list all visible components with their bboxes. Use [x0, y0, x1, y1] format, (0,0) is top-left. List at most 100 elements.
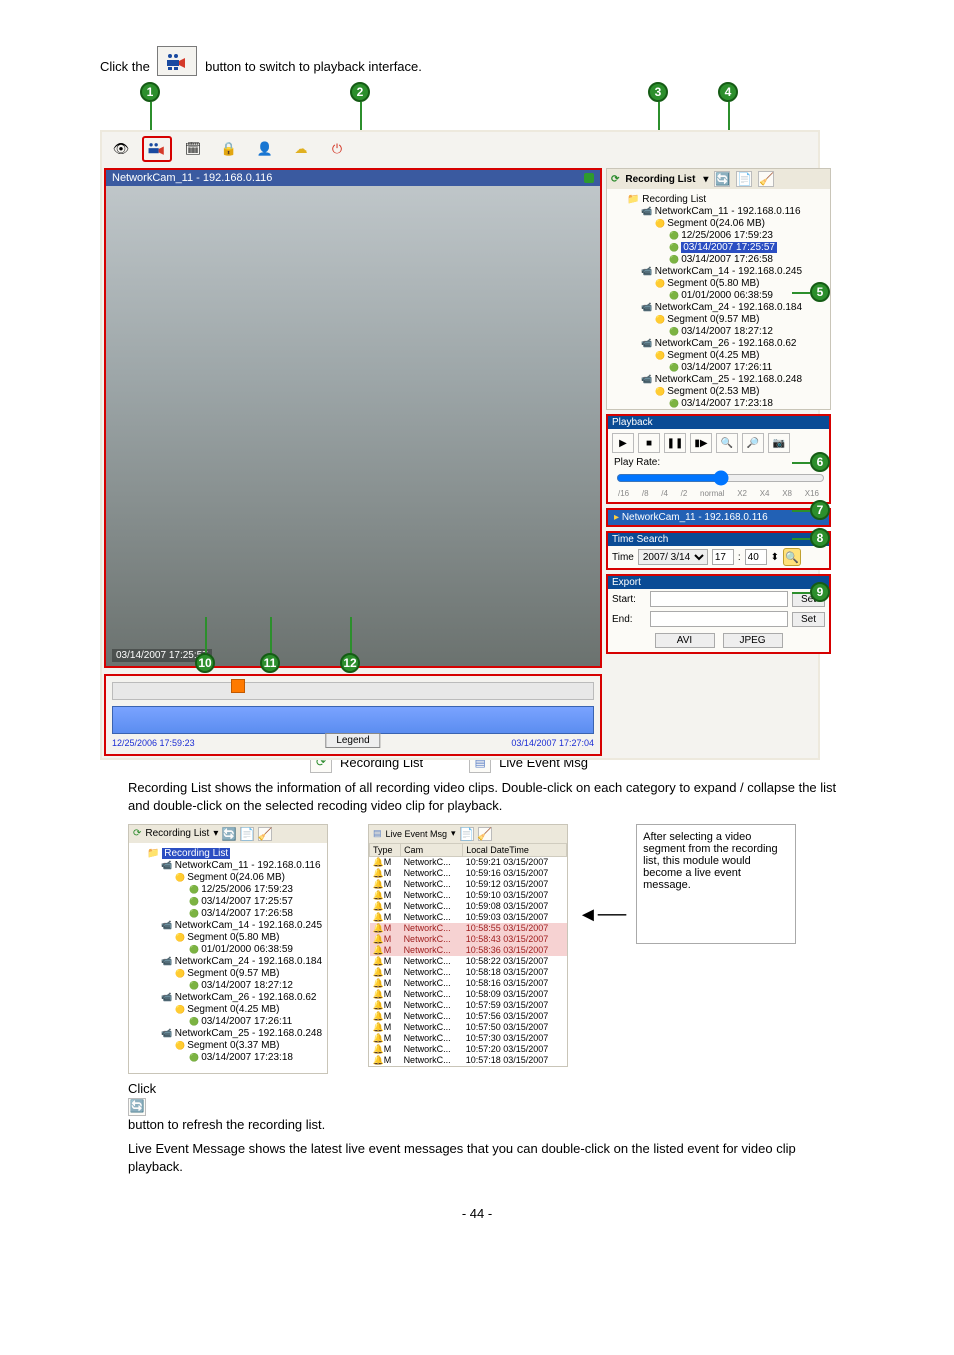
video-area[interactable]: 03/14/2007 17:25:57 — [106, 186, 600, 666]
export-start-label: Start: — [612, 594, 646, 605]
table-row[interactable]: 🔔MNetworkC...10:58:43 03/15/2007 — [370, 934, 567, 945]
le-icon-b[interactable]: 🧹 — [478, 827, 492, 841]
small-view-icon[interactable]: 📄 — [240, 827, 254, 841]
table-row[interactable]: 🔔MNetworkC...10:58:55 03/15/2007 — [370, 923, 567, 934]
playback-panel: Playback ▶ ■ ❚❚ ▮▶ 🔍 🔎 📷 Play Rate: — [606, 414, 831, 504]
live-event-dropdown[interactable]: Live Event Msg — [386, 829, 448, 839]
small-del-icon[interactable]: 🧹 — [258, 827, 272, 841]
table-row[interactable]: 🔔MNetworkC...10:57:56 03/15/2007 — [370, 1011, 567, 1022]
le-icon-a[interactable]: 📄 — [460, 827, 474, 841]
export-panel: Export Start: Set End: Set AVI — [606, 574, 831, 654]
table-row[interactable]: 🔔MNetworkC...10:58:16 03/15/2007 — [370, 978, 567, 989]
tool-cloud-icon[interactable]: ☁ — [286, 136, 316, 162]
intro-text-before: Click the — [100, 59, 153, 74]
export-end-input[interactable] — [650, 611, 788, 627]
tool-playback-icon[interactable] — [142, 136, 172, 162]
callout-3: 3 — [648, 82, 668, 102]
timeline-track[interactable] — [112, 706, 594, 734]
live-event-panel: ▤ Live Event Msg ▾ 📄 🧹 Type Cam Local Da… — [368, 824, 568, 1067]
callout-4: 4 — [718, 82, 738, 102]
ts-hh[interactable] — [712, 549, 734, 565]
table-row[interactable]: 🔔MNetworkC...10:57:18 03/15/2007 — [370, 1055, 567, 1066]
tool-lock-icon[interactable]: 🔒 — [214, 136, 244, 162]
intro-line: Click the button to switch to playback i… — [100, 46, 854, 76]
export-end-label: End: — [612, 614, 646, 625]
zoom-in-button[interactable]: 🔍 — [716, 433, 738, 453]
stop-button[interactable]: ■ — [638, 433, 660, 453]
timeline-ruler[interactable] — [112, 682, 594, 700]
time-label: Time — [612, 552, 634, 563]
video-titlebar: NetworkCam_11 - 192.168.0.116 — [106, 170, 600, 186]
refresh-icon[interactable]: 🔄 — [714, 171, 730, 187]
small-recording-list: ⟳ Recording List ▾ 🔄 📄 🧹 📁 Recording Lis… — [128, 824, 328, 1074]
tool-users-icon[interactable]: 👤 — [250, 136, 280, 162]
table-row[interactable]: 🔔MNetworkC...10:58:09 03/15/2007 — [370, 989, 567, 1000]
table-row[interactable]: 🔔MNetworkC...10:57:59 03/15/2007 — [370, 1000, 567, 1011]
video-title: NetworkCam_11 - 192.168.0.116 — [112, 172, 272, 184]
callout-1: 1 — [140, 82, 160, 102]
table-row[interactable]: 🔔MNetworkC...10:57:30 03/15/2007 — [370, 1033, 567, 1044]
tool-support-icon[interactable]: 🗓 — [178, 136, 208, 162]
export-jpeg-button[interactable]: JPEG — [723, 633, 783, 648]
intro-text-after: button to switch to playback interface. — [205, 59, 422, 74]
snapshot-button[interactable]: 📷 — [768, 433, 790, 453]
table-row[interactable]: 🔔MNetworkC...10:58:22 03/15/2007 — [370, 956, 567, 967]
timeline-start: 12/25/2006 17:59:23 — [112, 738, 195, 748]
ts-date[interactable]: 2007/ 3/14 — [638, 549, 708, 565]
table-row[interactable]: 🔔MNetworkC...10:58:18 03/15/2007 — [370, 967, 567, 978]
after-select-note: After selecting a video segment from the… — [636, 824, 796, 944]
table-row[interactable]: 🔔MNetworkC...10:57:20 03/15/2007 — [370, 1044, 567, 1055]
export-start-input[interactable] — [650, 591, 788, 607]
live-event-para: Live Event Message shows the latest live… — [100, 1140, 854, 1176]
view-icon[interactable]: 📄 — [736, 171, 752, 187]
video-panel: NetworkCam_11 - 192.168.0.116 03/14/2007… — [104, 168, 602, 668]
col-type[interactable]: Type — [370, 843, 401, 856]
play-rate-slider[interactable] — [616, 470, 825, 486]
table-row[interactable]: 🔔MNetworkC...10:59:21 03/15/2007 — [370, 856, 567, 868]
small-rec-dropdown[interactable]: Recording List — [145, 828, 209, 839]
export-set-end[interactable]: Set — [792, 612, 825, 627]
time-search-panel: Time Search Time 2007/ 3/14 : ⬍ 🔍 — [606, 531, 831, 570]
recording-tree[interactable]: 📁 Recording ListNetworkCam_11 - 192.168.… — [607, 189, 830, 409]
table-row[interactable]: 🔔MNetworkC...10:57:50 03/15/2007 — [370, 1022, 567, 1033]
live-event-table[interactable]: Type Cam Local DateTime 🔔MNetworkC...10:… — [369, 843, 567, 1066]
recording-list-panel: ⟳ Recording List ▾ 🔄 📄 🧹 📁 Recording Lis… — [606, 168, 831, 410]
del-icon[interactable]: 🧹 — [758, 171, 774, 187]
playback-header: Playback — [608, 416, 829, 429]
timeline-panel: 12/25/2006 17:59:23 03/14/2007 17:27:04 … — [104, 674, 602, 756]
small-recording-tree[interactable]: 📁 Recording ListNetworkCam_11 - 192.168.… — [129, 843, 327, 1073]
app-toolbar: 👁 🗓 🔒 👤 ☁ ⏻ — [102, 132, 818, 166]
time-search-go[interactable]: 🔍 — [783, 548, 801, 566]
small-refresh-icon[interactable]: 🔄 — [222, 827, 236, 841]
tool-eye-icon[interactable]: 👁 — [106, 136, 136, 162]
col-cam[interactable]: Cam — [401, 843, 463, 856]
pause-button[interactable]: ❚❚ — [664, 433, 686, 453]
table-row[interactable]: 🔔MNetworkC...10:59:10 03/15/2007 — [370, 890, 567, 901]
legend-button[interactable]: Legend — [325, 733, 380, 748]
playback-icon-inline — [157, 46, 197, 76]
section5-para: Recording List shows the information of … — [100, 779, 854, 815]
rec-list-dropdown[interactable]: Recording List — [625, 174, 695, 185]
refresh-line: Click 🔄 button to refresh the recording … — [100, 1080, 854, 1134]
table-row[interactable]: 🔔MNetworkC...10:59:08 03/15/2007 — [370, 901, 567, 912]
play-button[interactable]: ▶ — [612, 433, 634, 453]
timeline-handle[interactable] — [231, 679, 245, 693]
export-header: Export — [608, 576, 829, 589]
table-row[interactable]: 🔔MNetworkC...10:59:16 03/15/2007 — [370, 868, 567, 879]
col-datetime[interactable]: Local DateTime — [463, 843, 567, 856]
ts-mm[interactable] — [745, 549, 767, 565]
page-number: - 44 - — [100, 1206, 854, 1221]
arrow-icon: ◄── — [578, 904, 626, 927]
table-row[interactable]: 🔔MNetworkC...10:58:36 03/15/2007 — [370, 945, 567, 956]
export-avi-button[interactable]: AVI — [655, 633, 715, 648]
zoom-out-button[interactable]: 🔎 — [742, 433, 764, 453]
callout-2: 2 — [350, 82, 370, 102]
refresh-inline-icon: 🔄 — [128, 1098, 146, 1116]
table-row[interactable]: 🔔MNetworkC...10:59:03 03/15/2007 — [370, 912, 567, 923]
timeline-end: 03/14/2007 17:27:04 — [511, 738, 594, 748]
rate-scale: /16/8/4/2normalX2X4X8X16 — [614, 489, 823, 498]
table-row[interactable]: 🔔MNetworkC...10:59:12 03/15/2007 — [370, 879, 567, 890]
recording-status-icon — [584, 173, 594, 183]
tool-logout-icon[interactable]: ⏻ — [322, 136, 352, 162]
step-button[interactable]: ▮▶ — [690, 433, 712, 453]
